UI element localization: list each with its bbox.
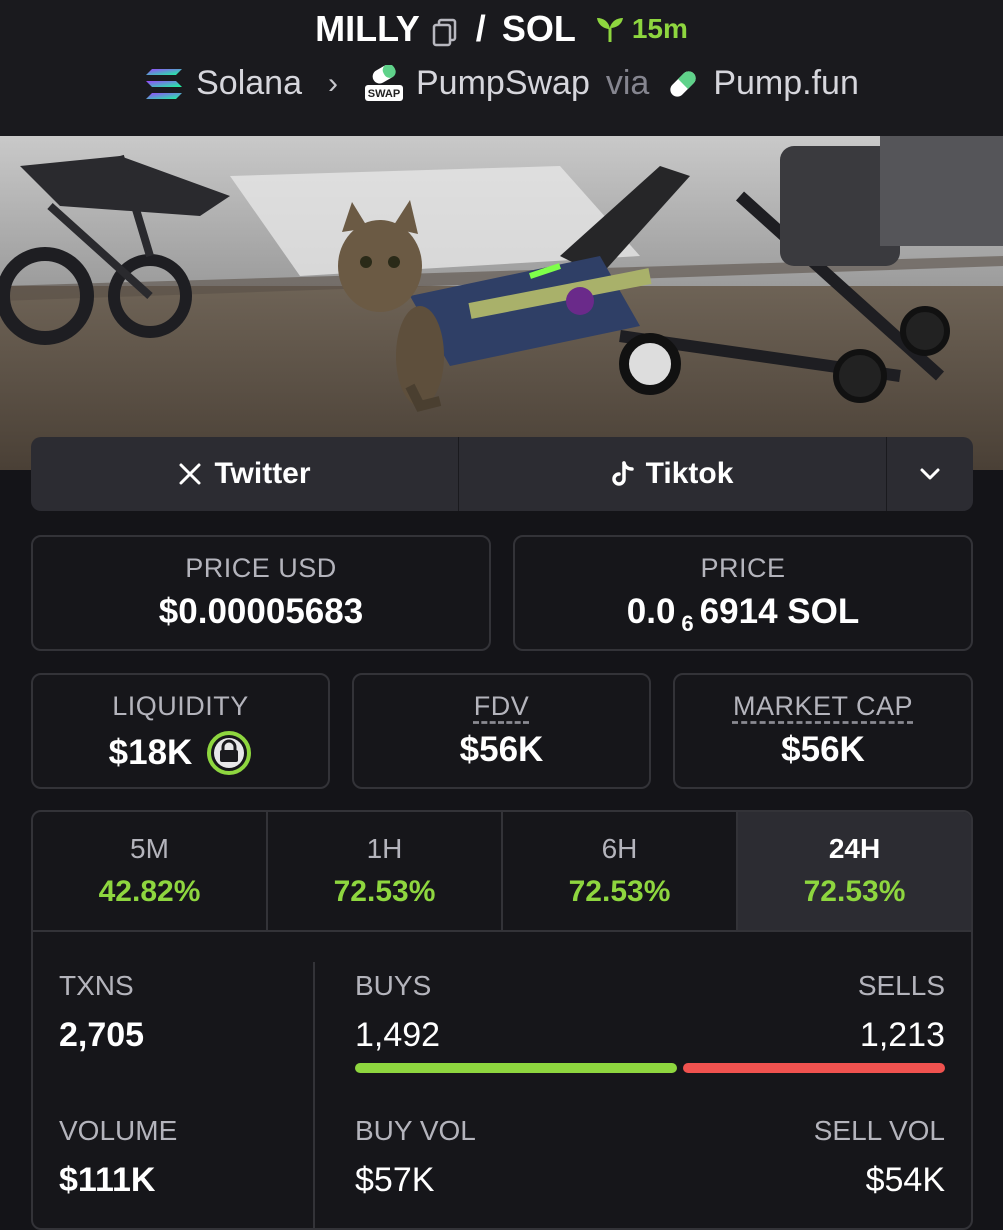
price-change: 72.53%: [333, 875, 436, 908]
pair-age-badge: 15m: [594, 13, 688, 45]
sells-label: SELLS: [857, 970, 945, 1001]
volume-value: $111K: [59, 1161, 156, 1199]
tiktok-label: Tiktok: [645, 457, 734, 490]
fdv-card: FDV $56K: [352, 673, 651, 789]
stats-panel: 5M 42.82% 1H 72.53% 6H 72.53% 24H 72.53%…: [31, 810, 973, 1230]
price-native-suffix: 6914 SOL: [699, 592, 860, 631]
pair-header: MILLY / SOL 15m Solana › SWAP PumpSwap v…: [0, 0, 1003, 136]
sells-value: 1,213: [859, 1016, 945, 1054]
price-native-card: PRICE 0.0 6 6914 SOL: [513, 535, 973, 651]
market-cap-label[interactable]: MARKET CAP: [733, 691, 913, 721]
fdv-value: $56K: [459, 730, 544, 769]
quote-symbol: SOL: [501, 8, 576, 49]
sells-stat: SELLS 1,213: [858, 970, 945, 1055]
pill-icon: [670, 70, 697, 97]
price-native-prefix: 0.0: [626, 592, 676, 631]
activity-grid: TXNS 2,705 BUYS 1,492 SELLS 1,213 VOLUME…: [33, 932, 971, 1228]
fdv-label-wrap: FDV: [354, 691, 649, 722]
price-usd-value: $0.00005683: [158, 592, 364, 631]
tab-label: 24H: [828, 833, 881, 864]
social-links-bar: Twitter Tiktok: [31, 437, 973, 511]
tiktok-button[interactable]: Tiktok: [459, 437, 887, 511]
txns-stat: TXNS 2,705: [59, 970, 144, 1055]
sells-bar: [683, 1063, 945, 1073]
price-usd-label: PRICE USD: [185, 553, 337, 583]
liquidity-row: $18K: [33, 730, 328, 776]
buys-label: BUYS: [355, 970, 432, 1001]
price-native-value: 0.0 6 6914 SOL: [515, 592, 971, 637]
volume-label: VOLUME: [59, 1115, 178, 1146]
tiktok-icon: [611, 461, 634, 486]
twitter-button[interactable]: Twitter: [31, 437, 459, 511]
seedling-icon: [596, 18, 623, 42]
timeframe-tabs: 5M 42.82% 1H 72.53% 6H 72.53% 24H 72.53%: [33, 812, 971, 932]
txns-label: TXNS: [59, 970, 134, 1001]
column-divider: [313, 962, 315, 1228]
market-cap-label-wrap: MARKET CAP: [675, 691, 971, 722]
tab-24h[interactable]: 24H 72.53%: [738, 812, 971, 930]
token-symbol: MILLY: [315, 8, 420, 49]
buy-volume-stat: BUY VOL $57K: [355, 1115, 476, 1200]
tab-label: 1H: [366, 833, 403, 864]
tab-label: 5M: [130, 833, 169, 864]
volume-stat: VOLUME $111K: [59, 1115, 177, 1200]
market-cap-card: MARKET CAP $56K: [673, 673, 973, 789]
more-links-dropdown[interactable]: [887, 437, 973, 511]
price-change: 72.53%: [803, 875, 906, 908]
x-logo-icon: [179, 463, 201, 485]
chain-name[interactable]: Solana: [196, 64, 302, 103]
market-cap-value: $56K: [781, 730, 865, 769]
pair-age: 15m: [631, 13, 688, 44]
tab-label: 6H: [601, 833, 638, 864]
sell-volume-label: SELL VOL: [813, 1115, 945, 1146]
tab-1h[interactable]: 1H 72.53%: [268, 812, 503, 930]
tab-6h[interactable]: 6H 72.53%: [503, 812, 738, 930]
pumpswap-icon: SWAP: [365, 64, 403, 101]
price-change: 42.82%: [98, 875, 201, 908]
sell-volume-value: $54K: [865, 1161, 945, 1199]
swap-badge-text: SWAP: [368, 88, 400, 100]
twitter-label: Twitter: [214, 457, 311, 490]
copy-icon[interactable]: [430, 14, 460, 47]
breadcrumb: Solana › SWAP PumpSwap via Pump.fun: [0, 64, 1003, 103]
price-usd-card: PRICE USD $0.00005683: [31, 535, 491, 651]
lock-icon[interactable]: [206, 730, 252, 776]
price-change: 72.53%: [568, 875, 671, 908]
price-native-label: PRICE: [700, 553, 786, 583]
txns-value: 2,705: [59, 1016, 145, 1054]
solana-icon: [146, 68, 183, 99]
chevron-down-icon: [920, 468, 940, 480]
buy-volume-value: $57K: [355, 1161, 435, 1199]
pair-separator: /: [475, 8, 486, 49]
buy-sell-ratio-bar: [355, 1063, 945, 1073]
buys-value: 1,492: [355, 1016, 441, 1054]
launchpad-name[interactable]: Pump.fun: [713, 64, 859, 103]
chevron-right-icon: ›: [328, 66, 338, 100]
buys-stat: BUYS 1,492: [355, 970, 440, 1055]
liquidity-value: $18K: [108, 733, 193, 772]
tab-5m[interactable]: 5M 42.82%: [33, 812, 268, 930]
token-banner-image: [0, 136, 1003, 470]
buys-bar: [355, 1063, 678, 1073]
pair-title: MILLY / SOL 15m: [0, 8, 1003, 50]
fdv-label[interactable]: FDV: [474, 691, 530, 721]
liquidity-card: LIQUIDITY $18K: [31, 673, 330, 789]
dex-name[interactable]: PumpSwap: [416, 64, 590, 103]
sell-volume-stat: SELL VOL $54K: [814, 1115, 945, 1200]
buy-volume-label: BUY VOL: [355, 1115, 476, 1146]
liquidity-label: LIQUIDITY: [112, 691, 249, 721]
via-label: via: [605, 64, 650, 102]
price-native-zero-count: 6: [681, 611, 694, 636]
